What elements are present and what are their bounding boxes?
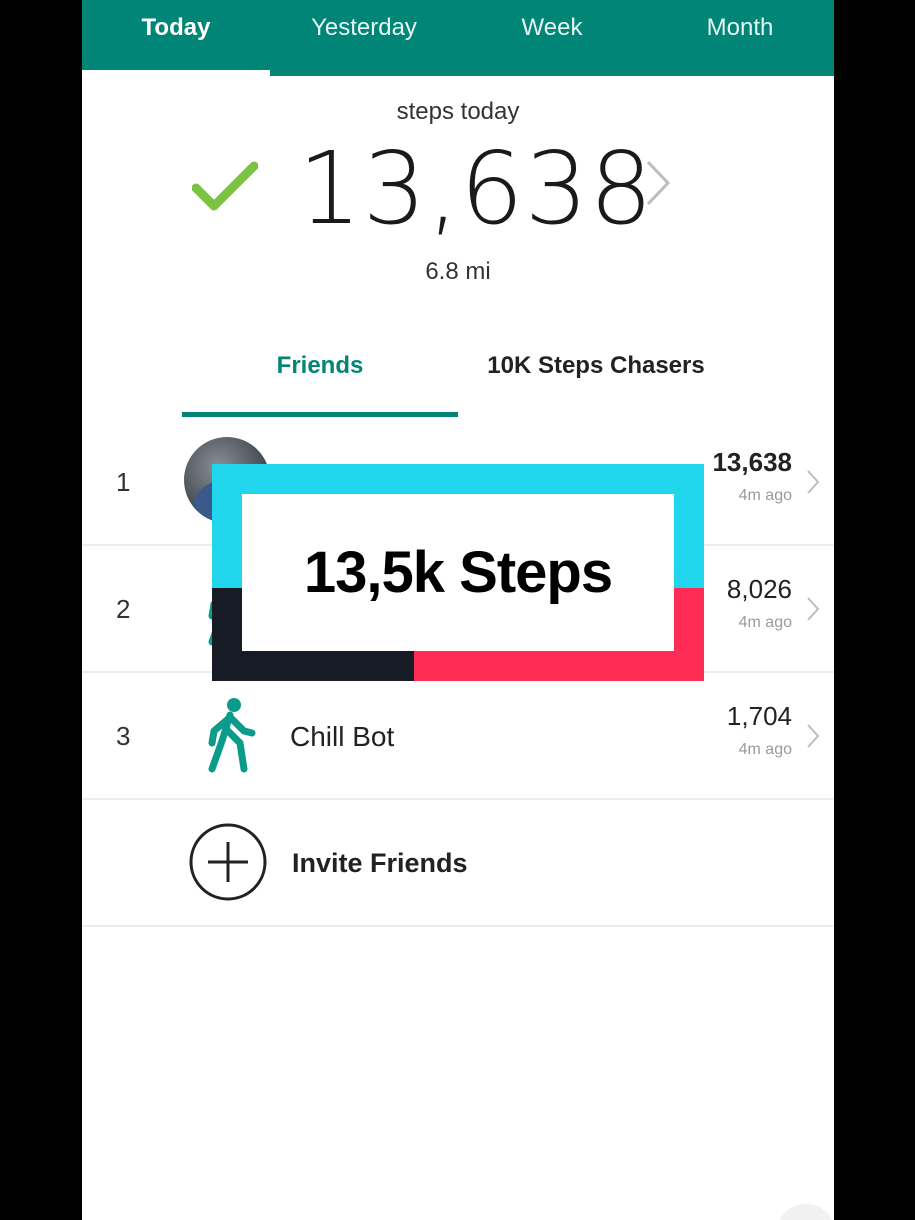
tab-today[interactable]: Today <box>82 0 270 76</box>
steps-caption: steps today <box>396 98 520 125</box>
updated-time: 4m ago <box>738 487 792 504</box>
tab-week[interactable]: Week <box>458 0 646 76</box>
overlay-text: 13,5k Steps <box>303 540 613 605</box>
friend-name: Chill Bot <box>290 721 395 752</box>
tab-yesterday[interactable]: Yesterday <box>270 0 458 76</box>
checkmark-icon <box>192 161 258 211</box>
tab-friends[interactable]: Friends <box>182 352 458 380</box>
invite-friends-label: Invite Friends <box>292 848 468 878</box>
walker-icon <box>208 698 256 773</box>
tab-10k-steps-chasers[interactable]: 10K Steps Chasers <box>458 352 734 380</box>
chevron-right-icon <box>807 724 820 748</box>
rank: 1 <box>116 467 131 497</box>
steps-count[interactable]: 13,638 <box>298 130 653 247</box>
distance-label: 6.8 mi <box>425 258 491 285</box>
rank: 3 <box>116 721 131 751</box>
leaderboard-row[interactable]: 3 Chill Bot 1,704 4m ago <box>82 673 834 800</box>
invite-friends-row[interactable]: Invite Friends <box>82 800 834 927</box>
step-count: 1,704 <box>726 701 792 731</box>
step-count: 13,638 <box>712 447 792 477</box>
step-count: 8,026 <box>726 574 792 604</box>
add-circle-icon <box>189 823 267 901</box>
period-tab-bar: Today Yesterday Week Month <box>82 0 834 76</box>
rank: 2 <box>116 594 131 624</box>
updated-time: 4m ago <box>738 741 792 758</box>
chevron-right-icon <box>807 597 820 621</box>
chevron-right-icon <box>807 470 820 494</box>
tab-month[interactable]: Month <box>646 0 834 76</box>
active-tab-indicator <box>182 412 458 417</box>
overlay-sticker: 13,5k Steps <box>212 464 704 681</box>
chevron-right-icon[interactable] <box>642 158 672 208</box>
updated-time: 4m ago <box>738 614 792 631</box>
floating-button-edge[interactable] <box>776 1204 834 1220</box>
